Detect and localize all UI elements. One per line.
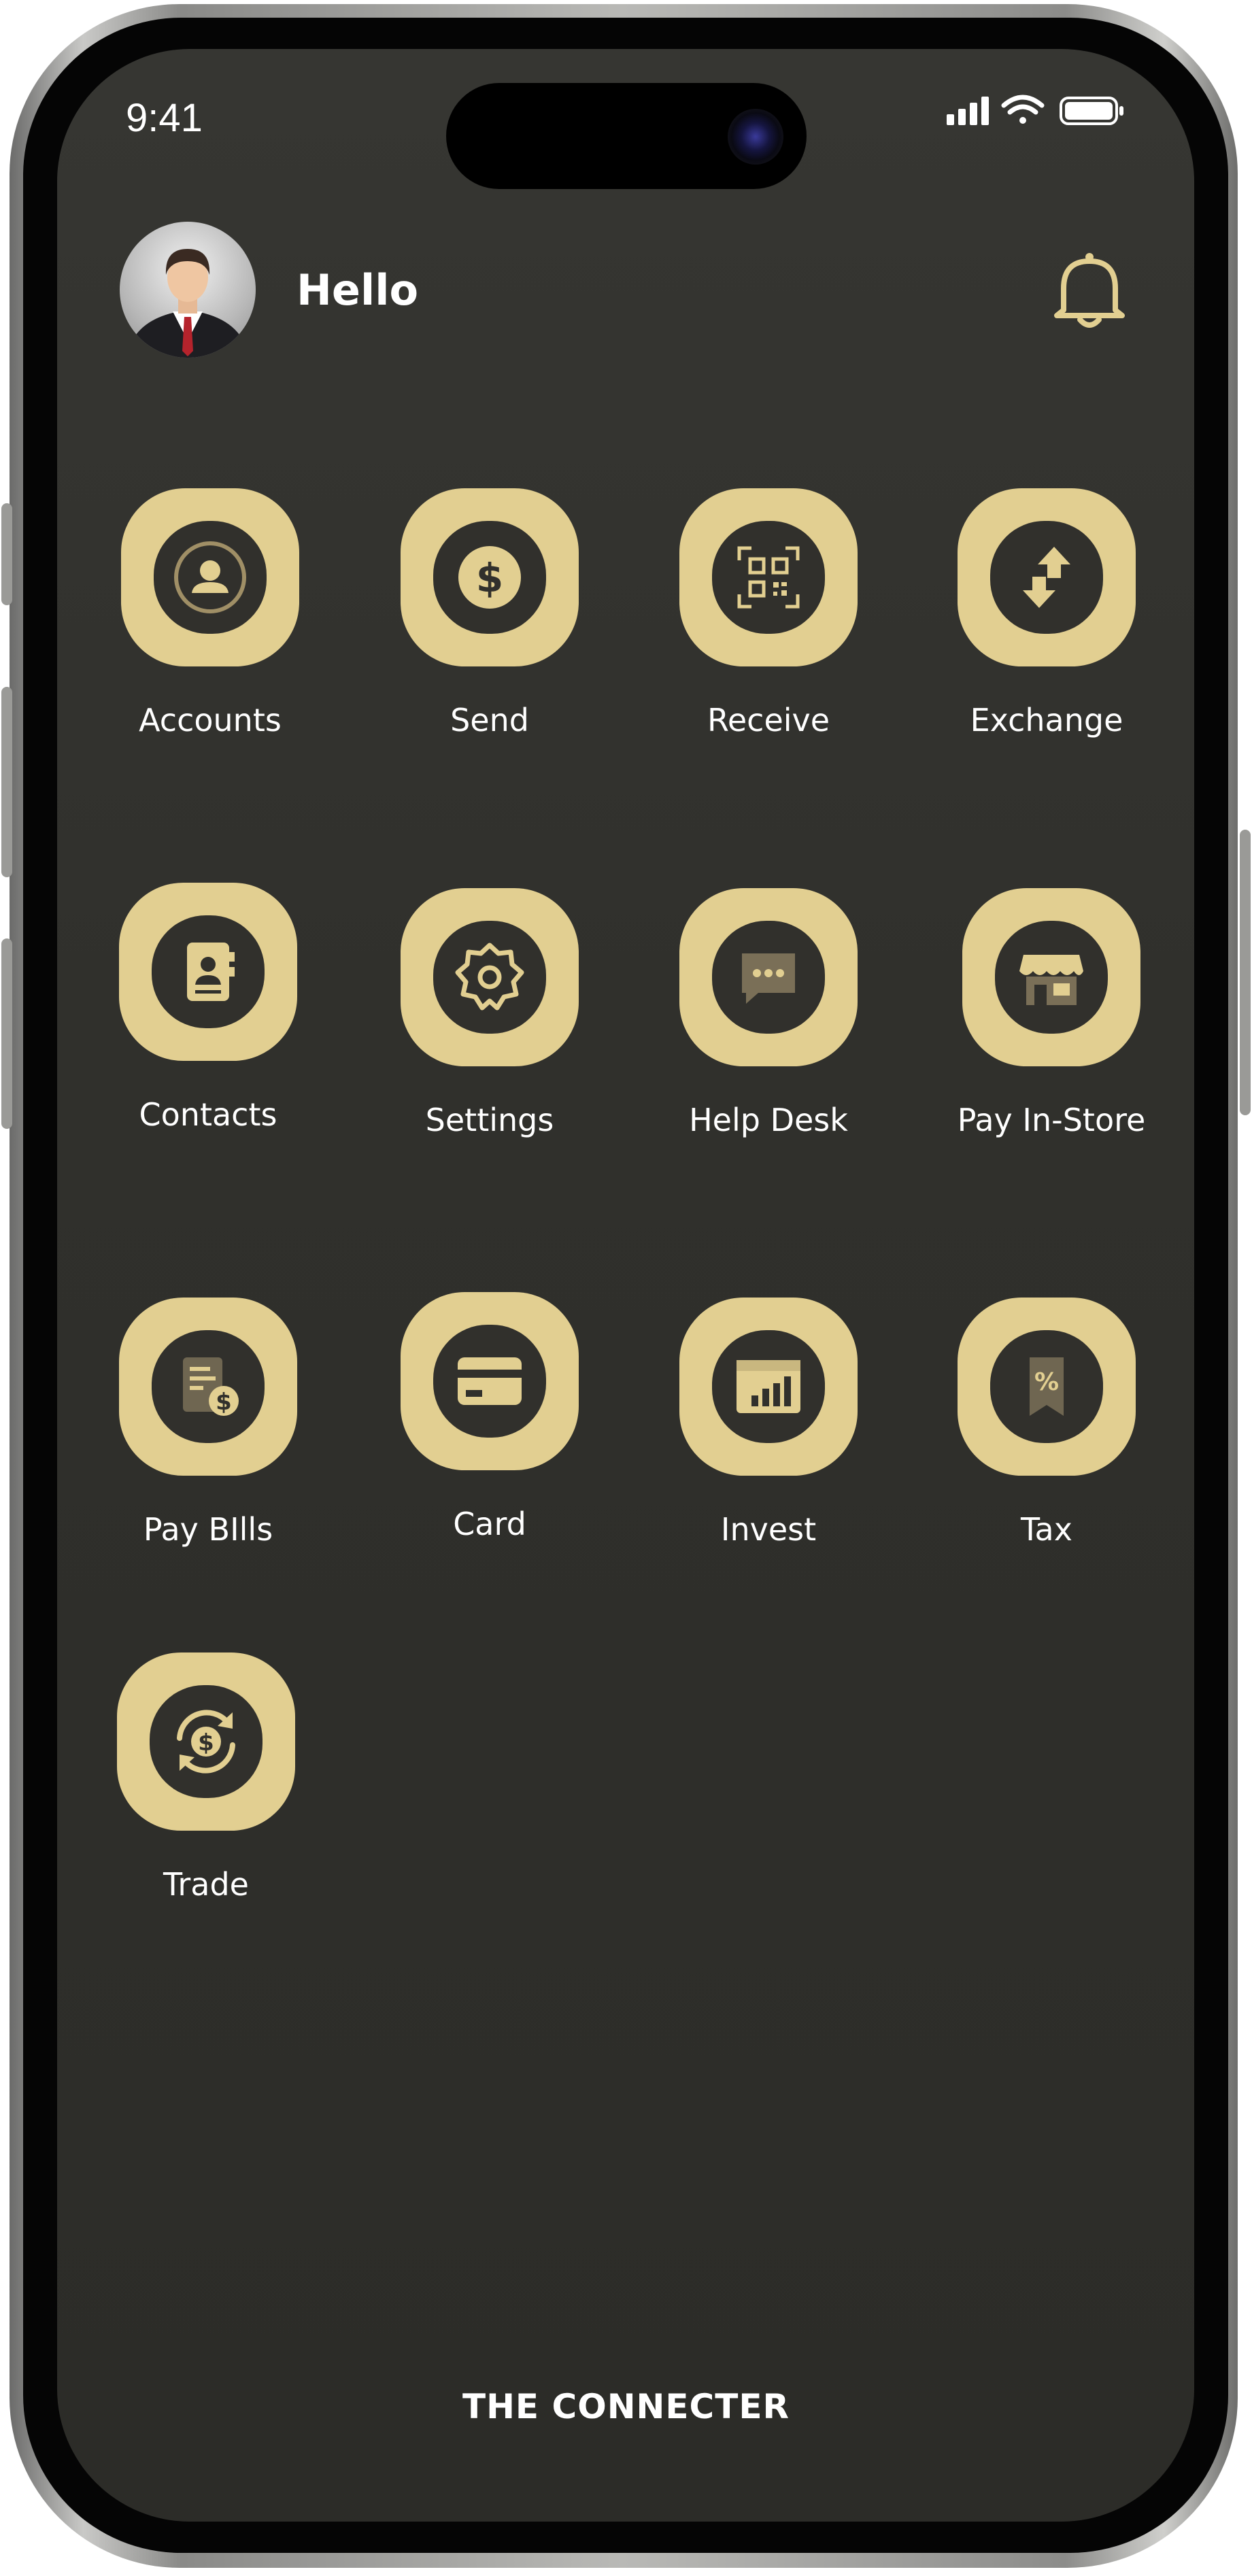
tile-tax[interactable]: % Tax: [951, 1298, 1142, 1548]
dollar-coin-icon: $: [458, 546, 521, 609]
tile-exchange-label: Exchange: [970, 702, 1123, 739]
account-user-icon: [174, 541, 246, 613]
tile-tax-badge: %: [958, 1298, 1136, 1476]
chat-bubble-icon: [742, 953, 795, 1004]
volume-down-button: [1, 938, 12, 1129]
tile-card-label: Card: [453, 1506, 526, 1542]
greeting-text: Hello: [297, 265, 419, 315]
qr-code-icon: [737, 546, 800, 609]
tile-pay-in-store-badge: [962, 888, 1140, 1066]
tile-accounts-badge: [121, 488, 299, 666]
tile-help-desk-badge: [679, 888, 858, 1066]
tile-card[interactable]: Card: [394, 1292, 585, 1542]
tile-send-label: Send: [450, 702, 529, 739]
tile-receive[interactable]: Receive: [673, 488, 864, 739]
avatar[interactable]: [120, 222, 256, 358]
svg-text:$: $: [476, 555, 503, 601]
tile-exchange[interactable]: Exchange: [951, 488, 1142, 739]
mute-switch: [1, 503, 12, 605]
tile-contacts-badge: [119, 883, 297, 1061]
tile-trade-badge: $: [117, 1653, 295, 1831]
tile-accounts-label: Accounts: [139, 702, 282, 739]
contact-book-icon: [187, 943, 235, 1001]
svg-text:$: $: [216, 1389, 232, 1416]
tile-help-desk-label: Help Desk: [689, 1102, 848, 1138]
battery-icon: [1060, 97, 1123, 125]
store-icon: [1019, 955, 1083, 1005]
tile-settings-badge: [401, 888, 579, 1066]
tile-trade[interactable]: $ Trade: [111, 1653, 301, 1903]
avatar-person-icon: [126, 249, 249, 358]
tile-pay-bills-badge: $: [119, 1298, 297, 1476]
trade-cycle-icon: $: [177, 1710, 235, 1774]
tile-settings[interactable]: Settings: [394, 888, 585, 1138]
phone-screen: [57, 49, 1194, 2522]
tile-exchange-badge: [958, 488, 1136, 666]
tile-pay-bills[interactable]: $ Pay BIlls: [113, 1298, 303, 1548]
tile-contacts[interactable]: Contacts: [113, 883, 303, 1133]
tile-invest[interactable]: Invest: [673, 1298, 864, 1548]
tile-pay-in-store[interactable]: Pay In-Store: [956, 888, 1147, 1138]
tile-accounts[interactable]: Accounts: [115, 488, 305, 739]
tile-card-badge: [401, 1292, 579, 1470]
bar-chart-icon: [737, 1360, 800, 1413]
notification-bell-icon[interactable]: [1050, 249, 1129, 332]
tile-invest-badge: [679, 1298, 858, 1476]
status-icons: [947, 95, 1123, 125]
brand-footer: THE CONNECTER: [462, 2387, 790, 2426]
gear-icon: [455, 943, 524, 1011]
tile-tax-label: Tax: [1021, 1511, 1072, 1548]
tile-receive-badge: [679, 488, 858, 666]
power-button: [1240, 830, 1251, 1115]
tile-send-badge: $: [401, 488, 579, 666]
exchange-arrows-icon: [1023, 547, 1070, 608]
tile-receive-label: Receive: [707, 702, 830, 739]
tile-send[interactable]: $ Send: [394, 488, 585, 739]
volume-up-button: [1, 687, 12, 877]
bill-dollar-icon: $: [183, 1357, 239, 1416]
tile-settings-label: Settings: [425, 1102, 554, 1138]
svg-text:%: %: [1034, 1368, 1059, 1396]
tile-invest-label: Invest: [720, 1511, 817, 1548]
cellular-signal-icon: [947, 97, 989, 125]
tile-trade-label: Trade: [163, 1866, 249, 1903]
tile-pay-in-store-label: Pay In-Store: [957, 1102, 1146, 1138]
camera-lens: [728, 109, 783, 165]
svg-text:$: $: [198, 1729, 214, 1757]
wifi-icon: [1001, 95, 1045, 124]
tax-percent-icon: %: [1030, 1357, 1064, 1416]
credit-card-icon: [458, 1357, 522, 1405]
status-time: 9:41: [126, 96, 203, 140]
tile-pay-bills-label: Pay BIlls: [143, 1511, 273, 1548]
tile-help-desk[interactable]: Help Desk: [673, 888, 864, 1138]
tile-contacts-label: Contacts: [139, 1096, 277, 1133]
